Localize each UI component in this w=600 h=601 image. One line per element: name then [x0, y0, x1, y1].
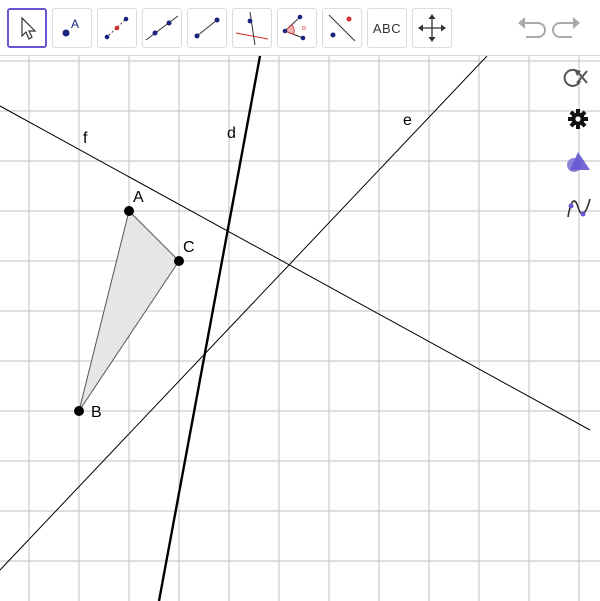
- line-icon: [145, 15, 179, 41]
- function-graph-button[interactable]: [565, 193, 591, 219]
- toolbar: A o ABC: [0, 0, 600, 56]
- ray-tool-button[interactable]: [187, 8, 227, 48]
- move-graphics-icon: [418, 14, 446, 42]
- reflect-tool-button[interactable]: [322, 8, 362, 48]
- point-c[interactable]: [174, 256, 184, 266]
- settings-gear-icon: [568, 109, 588, 129]
- point-a[interactable]: [124, 206, 134, 216]
- text-tool-button[interactable]: ABC: [367, 8, 407, 48]
- shapes-icon: [567, 152, 590, 172]
- segment-tool-button[interactable]: [97, 8, 137, 48]
- move-arrow-icon: [21, 16, 37, 40]
- line-e[interactable]: [0, 56, 488, 571]
- line-f-label: f: [83, 130, 88, 147]
- function-graph-icon: [567, 198, 591, 218]
- redo-button[interactable]: [551, 14, 583, 42]
- point-tool-button[interactable]: A: [52, 8, 92, 48]
- angle-icon: o: [282, 14, 306, 41]
- line-d[interactable]: [157, 56, 262, 601]
- settings-button[interactable]: [566, 107, 592, 133]
- reset-construction-icon: [563, 68, 588, 87]
- angle-tool-button[interactable]: o: [277, 8, 317, 48]
- line-d-label: d: [227, 125, 236, 142]
- undo-button[interactable]: [515, 14, 547, 42]
- svg-text:A: A: [71, 17, 79, 31]
- point-b-label: B: [91, 404, 102, 421]
- point-b[interactable]: [74, 406, 84, 416]
- ray-icon: [194, 17, 220, 39]
- shapes-button[interactable]: [564, 150, 590, 176]
- point-a-label: A: [133, 189, 144, 206]
- grid: [0, 56, 600, 601]
- graphics-view[interactable]: f d e A C B: [0, 56, 600, 601]
- point-c-label: C: [183, 239, 195, 256]
- undo-icon: [518, 17, 546, 38]
- move-graphics-tool-button[interactable]: [412, 8, 452, 48]
- move-tool-button[interactable]: [7, 8, 47, 48]
- reset-construction-button[interactable]: [560, 64, 588, 90]
- point-icon: A: [62, 17, 79, 37]
- text-icon: ABC: [372, 20, 402, 36]
- svg-text:o: o: [302, 25, 306, 32]
- perpendicular-tool-button[interactable]: [232, 8, 272, 48]
- reflect-icon: [328, 14, 356, 42]
- segment-icon: [104, 16, 129, 40]
- line-e-label: e: [403, 112, 412, 129]
- line-tool-button[interactable]: [142, 8, 182, 48]
- perpendicular-line-icon: [235, 11, 269, 46]
- redo-icon: [552, 17, 580, 38]
